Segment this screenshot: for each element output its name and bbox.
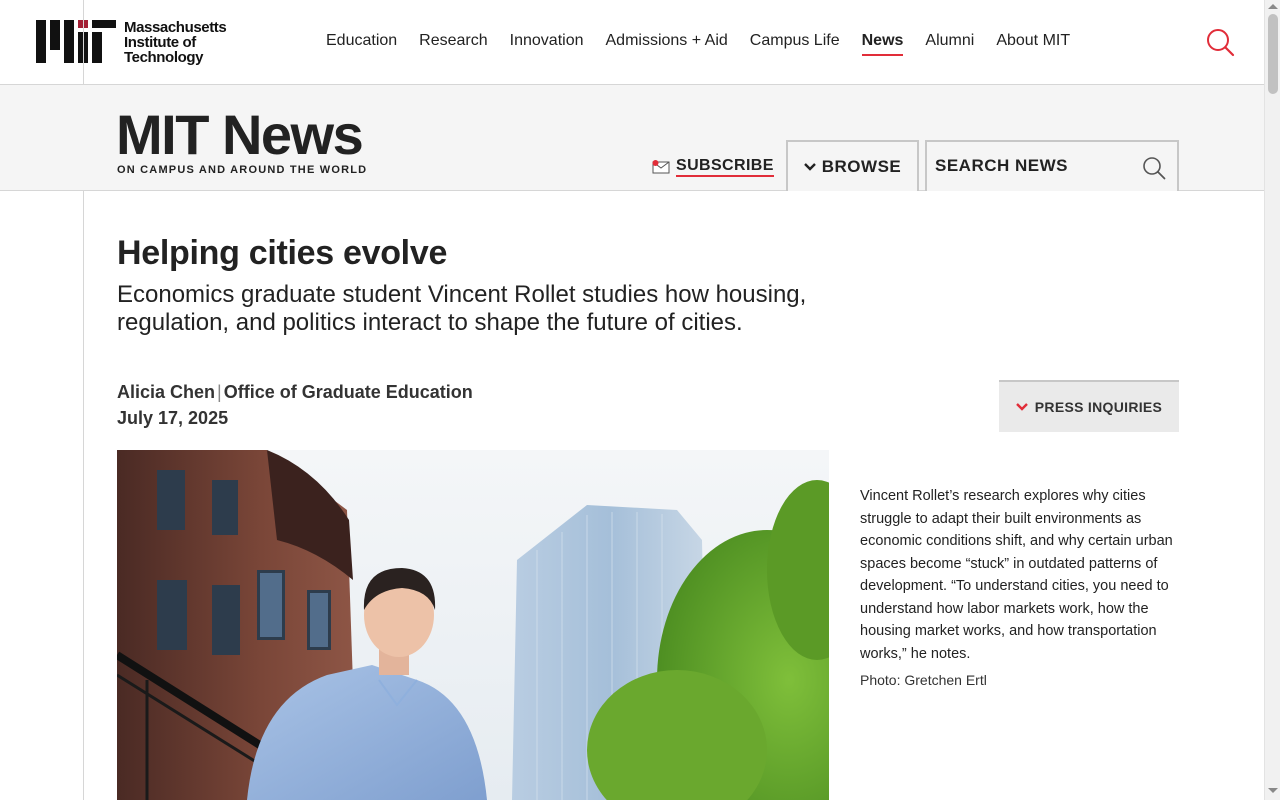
byline: Alicia Chen | Office of Graduate Education bbox=[117, 382, 473, 403]
news-tagline: ON CAMPUS AND AROUND THE WORLD bbox=[117, 164, 368, 176]
press-inquiries-label: PRESS INQUIRIES bbox=[1034, 399, 1163, 415]
nav-item-about-mit[interactable]: About MIT bbox=[996, 32, 1070, 56]
search-icon[interactable] bbox=[1205, 27, 1235, 57]
subscribe-label: SUBSCRIBE bbox=[676, 157, 774, 177]
chevron-down-icon bbox=[1015, 400, 1028, 414]
scrollbar-thumb[interactable] bbox=[1268, 14, 1278, 94]
image-caption: Vincent Rollet’s research explores why c… bbox=[860, 488, 1173, 662]
mit-logo[interactable]: Massachusetts Institute of Technology bbox=[36, 19, 227, 66]
nav-item-campus-life[interactable]: Campus Life bbox=[750, 32, 840, 56]
browse-button[interactable]: BROWSE bbox=[786, 140, 919, 191]
vertical-scrollbar[interactable] bbox=[1264, 0, 1280, 800]
news-header: MIT News ON CAMPUS AND AROUND THE WORLD … bbox=[0, 85, 1264, 191]
nav-item-news[interactable]: News bbox=[861, 32, 904, 56]
chevron-down-icon bbox=[803, 160, 816, 174]
nav-item-education[interactable]: Education bbox=[326, 32, 397, 56]
main-nav: Education Research Innovation Admissions… bbox=[326, 32, 1092, 56]
mit-wordmark: Massachusetts Institute of Technology bbox=[124, 19, 227, 66]
byline-separator: | bbox=[217, 382, 222, 402]
article-title: Helping cities evolve bbox=[117, 234, 448, 272]
author-link[interactable]: Alicia Chen bbox=[117, 382, 215, 402]
hero-image[interactable] bbox=[117, 450, 829, 800]
nav-item-research[interactable]: Research bbox=[419, 32, 487, 56]
search-icon[interactable] bbox=[1142, 156, 1166, 180]
logo-line-1: Massachusetts bbox=[124, 19, 227, 36]
search-news-input[interactable] bbox=[935, 152, 1135, 180]
subscribe-link[interactable]: SUBSCRIBE bbox=[652, 157, 774, 177]
hero-photo bbox=[117, 450, 829, 800]
press-inquiries-button[interactable]: PRESS INQUIRIES bbox=[999, 380, 1179, 432]
article-date: July 17, 2025 bbox=[117, 408, 229, 428]
nav-item-innovation[interactable]: Innovation bbox=[510, 32, 584, 56]
search-news-box bbox=[925, 140, 1179, 191]
mit-logo-mark bbox=[36, 20, 116, 63]
logo-line-3: Technology bbox=[124, 49, 204, 66]
photo-credit: Photo: Gretchen Ertl bbox=[860, 672, 987, 688]
nav-item-admissions-aid[interactable]: Admissions + Aid bbox=[606, 32, 728, 56]
office-link[interactable]: Office of Graduate Education bbox=[224, 382, 473, 402]
scroll-down-arrow-icon[interactable] bbox=[1268, 788, 1278, 793]
news-title[interactable]: MIT News bbox=[116, 107, 364, 163]
browse-label: BROWSE bbox=[821, 156, 902, 176]
logo-line-2: Institute of bbox=[124, 34, 196, 51]
article-dek: Economics graduate student Vincent Rolle… bbox=[117, 281, 807, 336]
envelope-icon bbox=[652, 160, 670, 174]
global-header: Massachusetts Institute of Technology Ed… bbox=[0, 0, 1264, 85]
scroll-up-arrow-icon[interactable] bbox=[1268, 4, 1278, 9]
nav-item-alumni[interactable]: Alumni bbox=[925, 32, 974, 56]
